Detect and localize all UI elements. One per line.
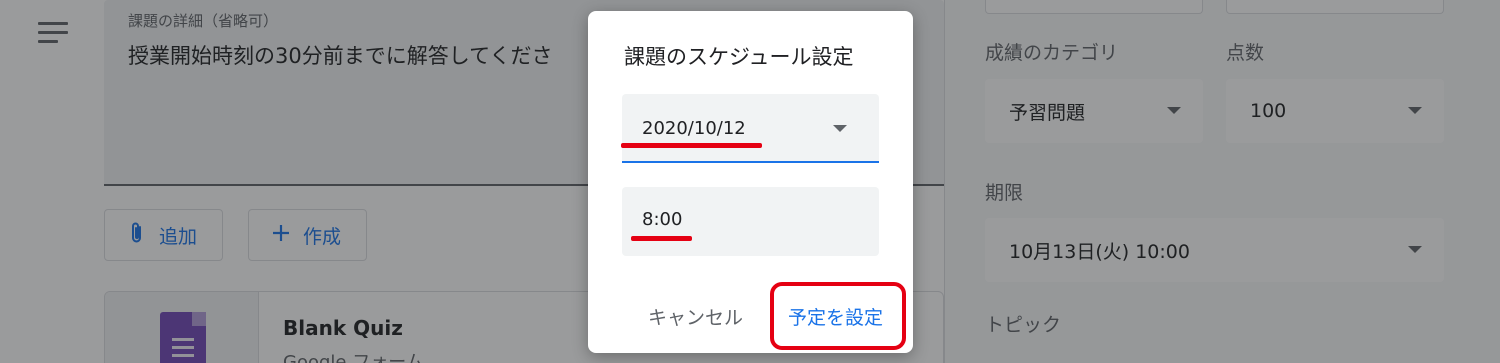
time-highlight-underline (631, 236, 692, 241)
cancel-button[interactable]: キャンセル (648, 303, 743, 330)
time-input[interactable]: 8:00 (622, 187, 879, 256)
date-value: 2020/10/12 (642, 118, 746, 139)
confirm-highlight-box (770, 282, 906, 350)
schedule-dialog: 課題のスケジュール設定 2020/10/12 8:00 キャンセル 予定を設定 (588, 11, 913, 353)
time-value: 8:00 (642, 209, 683, 230)
chevron-down-icon (833, 125, 847, 132)
date-highlight-underline (621, 143, 762, 148)
date-select[interactable]: 2020/10/12 (622, 94, 879, 163)
dialog-title: 課題のスケジュール設定 (624, 45, 854, 69)
